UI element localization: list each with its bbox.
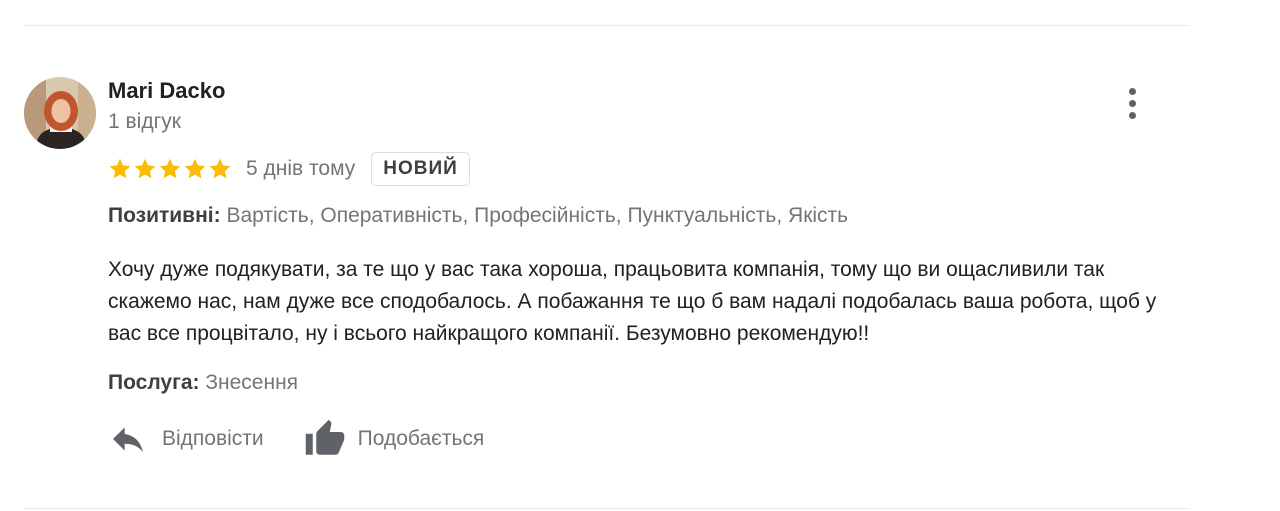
reply-button[interactable]: Відповісти	[108, 419, 264, 459]
avatar-photo	[24, 77, 96, 149]
service-line: Послуга: Знесення	[108, 371, 298, 395]
star-icon	[109, 158, 131, 179]
service-label: Послуга:	[108, 371, 200, 394]
thumbs-up-icon	[305, 419, 344, 455]
author-name[interactable]: Mari Dacko	[108, 78, 225, 104]
review-text: Хочу дуже подякувати, за те що у вас так…	[108, 258, 1157, 345]
service-value: Знесення	[205, 371, 299, 394]
star-icon	[159, 158, 181, 179]
star-icon	[209, 158, 231, 179]
star-rating	[108, 157, 232, 181]
top-divider	[24, 25, 1190, 26]
more-vert-icon	[1128, 87, 1136, 95]
reply-label: Відповісти	[162, 427, 264, 450]
star-icon	[184, 158, 206, 179]
review-time: 5 днів тому	[246, 157, 356, 180]
rating-row: 5 днів тому НОВИЙ	[108, 150, 470, 188]
reply-icon	[113, 427, 143, 453]
more-options-button[interactable]	[1118, 84, 1146, 122]
positives-label: Позитивні:	[108, 204, 221, 227]
star-icon	[134, 158, 156, 179]
like-button[interactable]: Подобається	[304, 418, 485, 460]
avatar[interactable]	[24, 77, 96, 149]
bottom-divider	[24, 508, 1190, 509]
author-review-count: 1 відгук	[108, 110, 181, 133]
positives-value: Вартість, Оперативність, Професійність, …	[226, 204, 849, 227]
review-actions: Відповісти Подобається	[108, 416, 484, 462]
positives-line: Позитивні: Вартість, Оперативність, Проф…	[108, 204, 848, 228]
new-badge: НОВИЙ	[371, 152, 470, 186]
like-label: Подобається	[357, 427, 485, 450]
